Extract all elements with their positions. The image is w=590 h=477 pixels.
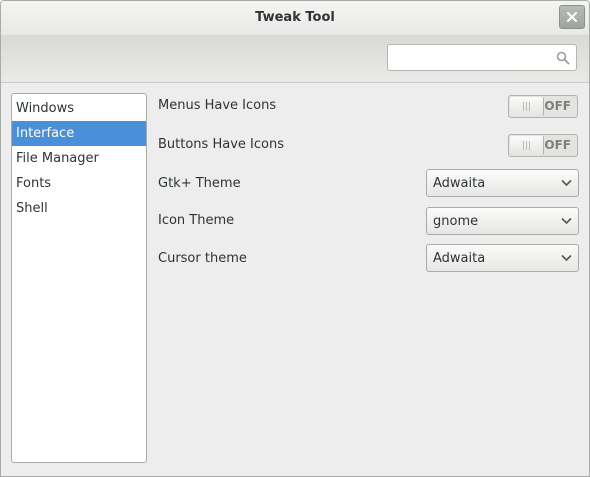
- sidebar-item-interface[interactable]: Interface: [12, 121, 146, 146]
- close-button[interactable]: [559, 5, 585, 29]
- gtk-theme-label: Gtk+ Theme: [158, 176, 241, 191]
- gtk-theme-value: Adwaita: [433, 176, 486, 191]
- search-field[interactable]: [387, 44, 577, 71]
- switch-knob: [510, 97, 544, 116]
- window-title: Tweak Tool: [255, 10, 335, 25]
- buttons-have-icons-switch[interactable]: OFF: [508, 134, 578, 157]
- menus-have-icons-switch[interactable]: OFF: [508, 95, 578, 118]
- buttons-have-icons-label: Buttons Have Icons: [158, 137, 284, 152]
- cursor-theme-dropdown[interactable]: Adwaita: [426, 244, 579, 272]
- close-icon: [567, 12, 577, 22]
- chevron-down-icon: [561, 254, 572, 262]
- switch-state-label: OFF: [544, 99, 571, 113]
- header-toolbar: [1, 36, 589, 83]
- title-bar: Tweak Tool: [1, 1, 589, 36]
- sidebar-item-windows[interactable]: Windows: [12, 96, 146, 121]
- cursor-theme-value: Adwaita: [433, 251, 486, 266]
- chevron-down-icon: [561, 217, 572, 225]
- sidebar-item-file-manager[interactable]: File Manager: [12, 146, 146, 171]
- chevron-down-icon: [561, 179, 572, 187]
- cursor-theme-label: Cursor theme: [158, 251, 247, 266]
- category-sidebar: Windows Interface File Manager Fonts She…: [11, 93, 147, 463]
- menus-have-icons-label: Menus Have Icons: [158, 98, 277, 113]
- icon-theme-value: gnome: [433, 214, 479, 229]
- search-icon: [556, 51, 570, 65]
- icon-theme-dropdown[interactable]: gnome: [426, 207, 579, 235]
- switch-knob: [510, 136, 544, 155]
- search-input[interactable]: [394, 49, 558, 66]
- sidebar-item-shell[interactable]: Shell: [12, 196, 146, 221]
- icon-theme-label: Icon Theme: [158, 213, 235, 228]
- sidebar-item-fonts[interactable]: Fonts: [12, 171, 146, 196]
- tweak-tool-window: Tweak Tool Windows Interface File Manage…: [0, 0, 590, 477]
- gtk-theme-dropdown[interactable]: Adwaita: [426, 169, 579, 197]
- switch-state-label: OFF: [544, 138, 571, 152]
